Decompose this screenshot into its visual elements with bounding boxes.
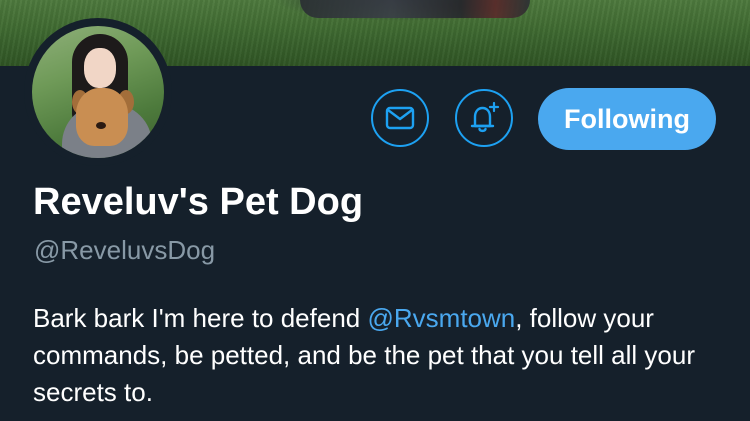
display-name: Reveluv's Pet Dog <box>33 181 364 223</box>
bio-text-before: Bark bark I'm here to defend <box>33 303 368 333</box>
banner-people-shape <box>300 0 530 18</box>
message-button[interactable] <box>371 89 429 147</box>
bio-mention-link[interactable]: @Rvsmtown <box>367 303 515 333</box>
notifications-button[interactable] <box>455 89 513 147</box>
profile-page: Following Reveluv's Pet Dog @ReveluvsDog… <box>0 0 750 421</box>
profile-handle: @ReveluvsDog <box>34 235 216 265</box>
envelope-icon <box>385 106 415 130</box>
bell-plus-icon <box>470 101 500 133</box>
profile-bio: Bark bark I'm here to defend @Rvsmtown, … <box>33 300 733 411</box>
following-button[interactable]: Following <box>538 88 716 150</box>
avatar[interactable] <box>32 26 164 158</box>
